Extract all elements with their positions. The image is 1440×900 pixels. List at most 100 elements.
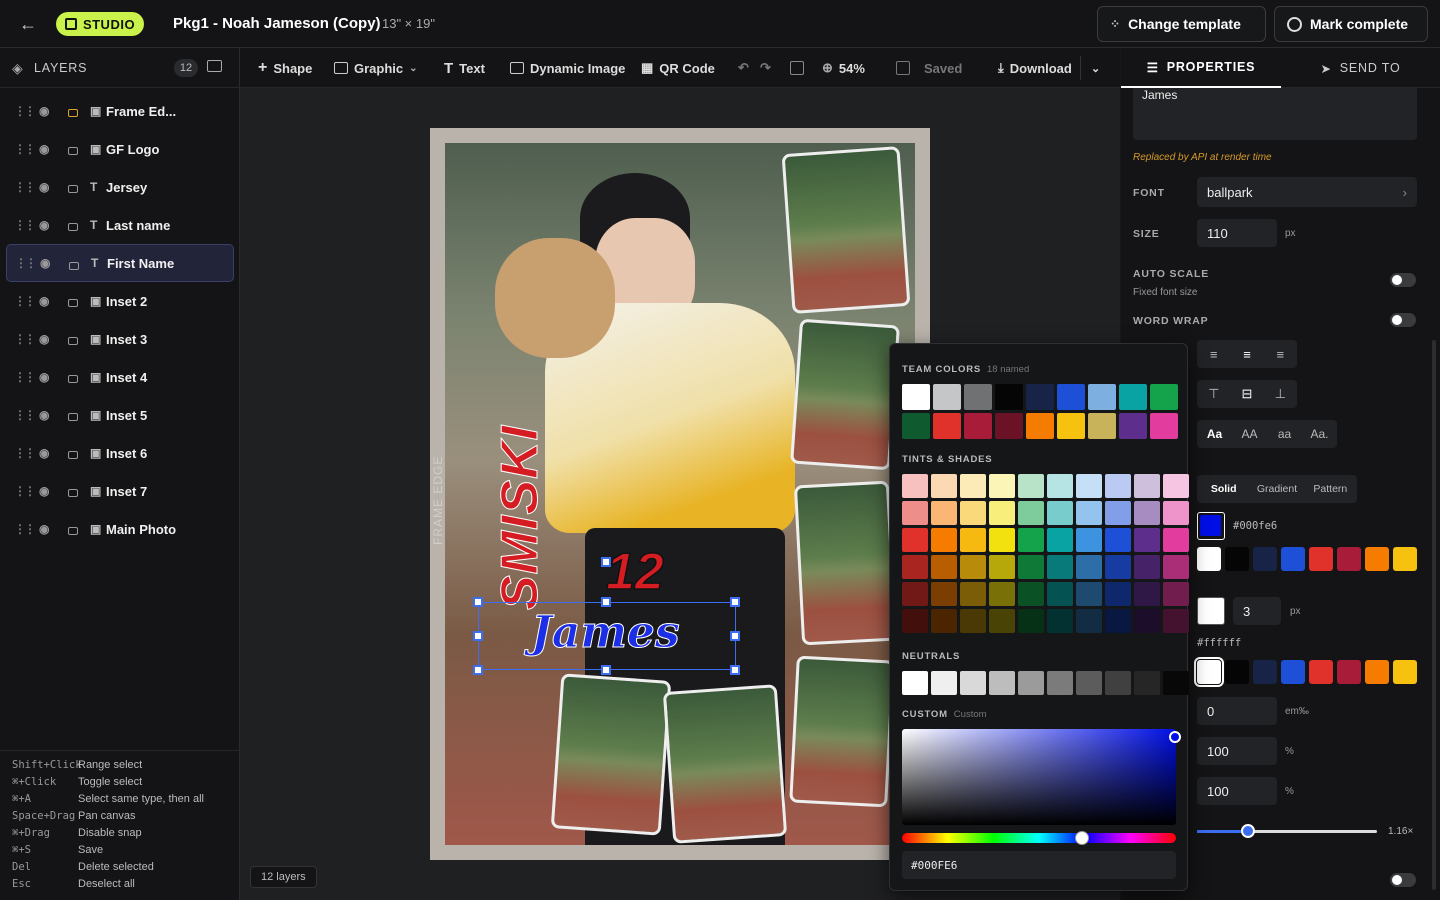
tint-swatch[interactable] [960, 528, 986, 552]
redo-button[interactable]: ↷ [760, 58, 771, 78]
inset-photo[interactable] [662, 684, 788, 844]
color-swatch[interactable] [1365, 660, 1389, 684]
eye-icon[interactable]: ◉ [40, 256, 50, 270]
download-button[interactable]: ⤓ Download [998, 58, 1072, 78]
hue-slider[interactable] [902, 831, 1176, 845]
drag-handle-icon[interactable]: ⋮⋮ [14, 332, 36, 346]
team-color-swatch[interactable] [933, 413, 961, 439]
tint-swatch[interactable] [989, 582, 1015, 606]
tint-swatch[interactable] [902, 528, 928, 552]
hex-input[interactable]: #000FE6 [902, 851, 1176, 879]
tint-swatch[interactable] [1076, 582, 1102, 606]
neutral-swatch[interactable] [1076, 671, 1102, 695]
size-input[interactable]: 110 [1197, 219, 1277, 247]
case-option[interactable]: aa [1267, 427, 1302, 441]
eye-icon[interactable]: ◉ [39, 294, 49, 308]
tint-swatch[interactable] [1018, 555, 1044, 579]
team-color-swatch[interactable] [1026, 413, 1054, 439]
color-swatch[interactable] [1253, 547, 1277, 571]
first-name-selection[interactable]: James [478, 602, 736, 670]
team-color-swatch[interactable] [1119, 413, 1147, 439]
inset-photo[interactable] [793, 480, 898, 646]
lock-icon[interactable] [68, 147, 78, 155]
drag-handle-icon[interactable]: ⋮⋮ [15, 256, 37, 270]
color-swatch[interactable] [1225, 547, 1249, 571]
tint-swatch[interactable] [1134, 555, 1160, 579]
fill-swatch-current[interactable] [1197, 512, 1225, 540]
inset-photo[interactable] [790, 318, 900, 471]
lock-icon[interactable] [68, 527, 78, 535]
layer-row[interactable]: ⋮⋮ ◉ ▣ Inset 2 [6, 282, 234, 320]
color-swatch[interactable] [1281, 547, 1305, 571]
tint-swatch[interactable] [1047, 582, 1073, 606]
color-swatch[interactable] [1194, 657, 1224, 687]
tab-properties[interactable]: ☰ PROPERTIES [1121, 48, 1281, 88]
lock-icon[interactable] [68, 299, 78, 307]
tint-swatch[interactable] [1018, 528, 1044, 552]
team-color-swatch[interactable] [1057, 413, 1085, 439]
tint-swatch[interactable] [960, 555, 986, 579]
last-name-text[interactable]: SMISKI [490, 424, 550, 610]
eye-icon[interactable]: ◉ [39, 408, 49, 422]
color-swatch[interactable] [1393, 547, 1417, 571]
neutral-swatch[interactable] [1163, 671, 1189, 695]
tint-swatch[interactable] [1134, 501, 1160, 525]
lock-icon[interactable] [68, 413, 78, 421]
resize-handle[interactable] [601, 597, 611, 607]
tint-swatch[interactable] [960, 501, 986, 525]
tint-swatch[interactable] [1047, 555, 1073, 579]
neutral-swatch[interactable] [1018, 671, 1044, 695]
text-value-field[interactable]: James [1133, 88, 1417, 140]
snap-toggle[interactable] [790, 58, 804, 78]
tint-swatch[interactable] [989, 474, 1015, 498]
graphic-tool[interactable]: Graphic ⌄ [334, 58, 418, 78]
tint-swatch[interactable] [1047, 501, 1073, 525]
color-swatch[interactable] [1337, 660, 1361, 684]
team-color-swatch[interactable] [964, 384, 992, 410]
neutral-swatch[interactable] [989, 671, 1015, 695]
case-option[interactable]: AA [1232, 427, 1267, 441]
layer-row[interactable]: ⋮⋮ ◉ T Jersey [6, 168, 234, 206]
valign-top-icon[interactable]: ⊤ [1208, 386, 1219, 402]
panel-scrollbar[interactable] [1432, 340, 1436, 890]
layer-row[interactable]: ⋮⋮ ◉ ▣ Inset 3 [6, 320, 234, 358]
dynamic-image-tool[interactable]: Dynamic Image [510, 58, 625, 78]
color-swatch[interactable] [1393, 660, 1417, 684]
lock-icon[interactable] [68, 375, 78, 383]
team-color-swatch[interactable] [1119, 384, 1147, 410]
drag-handle-icon[interactable]: ⋮⋮ [14, 142, 36, 156]
tint-swatch[interactable] [989, 528, 1015, 552]
inset-photo[interactable] [789, 655, 895, 808]
tint-swatch[interactable] [931, 501, 957, 525]
neutral-swatch[interactable] [1134, 671, 1160, 695]
tint-swatch[interactable] [1076, 555, 1102, 579]
drag-handle-icon[interactable]: ⋮⋮ [14, 408, 36, 422]
drag-handle-icon[interactable]: ⋮⋮ [14, 522, 36, 536]
team-color-swatch[interactable] [902, 384, 930, 410]
layer-row[interactable]: ⋮⋮ ◉ ▣ Inset 5 [6, 396, 234, 434]
lock-icon[interactable] [68, 451, 78, 459]
mark-complete-button[interactable]: Mark complete [1274, 6, 1428, 42]
valign-middle-icon[interactable]: ⊟ [1242, 386, 1253, 402]
tint-swatch[interactable] [1105, 528, 1131, 552]
neutral-swatch[interactable] [931, 671, 957, 695]
lock-icon[interactable] [68, 109, 78, 117]
layer-row[interactable]: ⋮⋮ ◉ ▣ Inset 6 [6, 434, 234, 472]
tint-swatch[interactable] [931, 609, 957, 633]
layer-row[interactable]: ⋮⋮ ◉ ▣ Main Photo [6, 510, 234, 548]
inset-photo[interactable] [781, 146, 911, 314]
case-option[interactable]: Aa. [1302, 427, 1337, 441]
tint-swatch[interactable] [902, 609, 928, 633]
tint-swatch[interactable] [1105, 474, 1131, 498]
tint-swatch[interactable] [1163, 555, 1189, 579]
tint-swatch[interactable] [1018, 501, 1044, 525]
tint-swatch[interactable] [931, 582, 957, 606]
layer-row[interactable]: ⋮⋮ ◉ ▣ Inset 4 [6, 358, 234, 396]
tracking-input[interactable]: 0 [1197, 697, 1277, 725]
team-color-swatch[interactable] [1150, 413, 1178, 439]
color-swatch[interactable] [1253, 660, 1277, 684]
add-folder-icon[interactable] [207, 60, 222, 72]
tint-swatch[interactable] [989, 501, 1015, 525]
layer-row[interactable]: ⋮⋮ ◉ ▣ Frame Ed... [6, 92, 234, 130]
color-swatch[interactable] [1337, 547, 1361, 571]
